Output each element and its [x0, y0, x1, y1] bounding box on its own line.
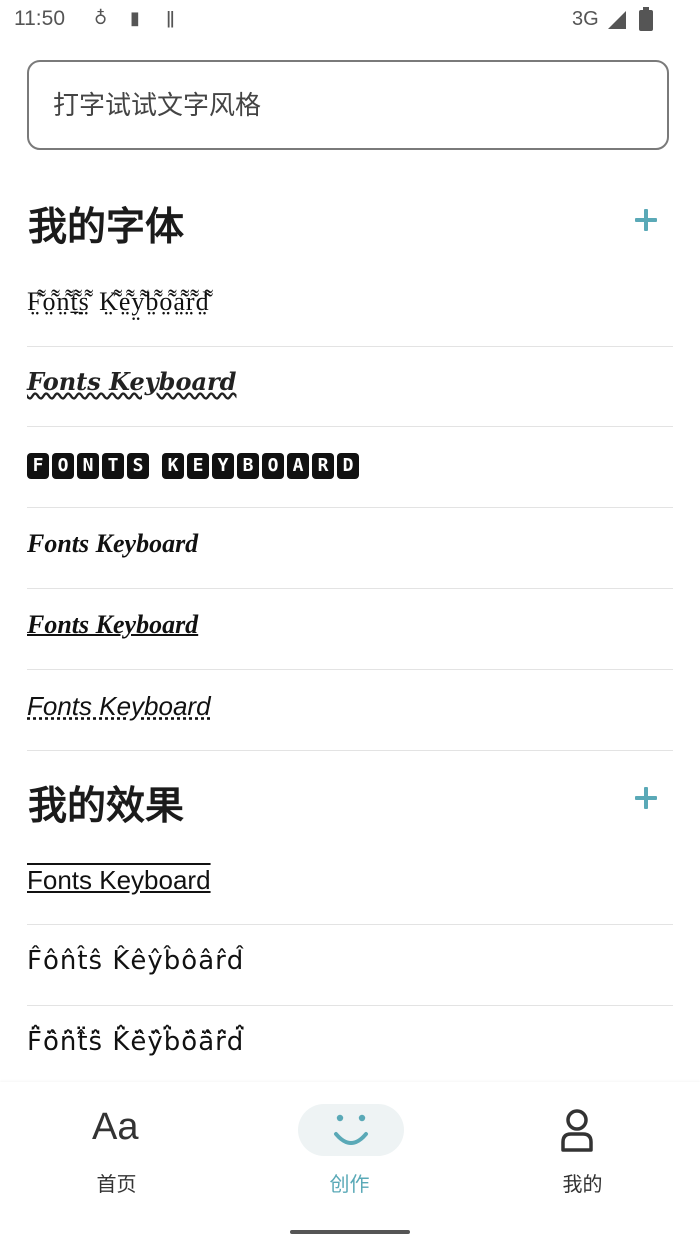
font-item[interactable]: Fonts Keyboard	[27, 347, 673, 427]
boxed-letter: E	[187, 453, 209, 479]
boxed-letter: A	[287, 453, 309, 479]
status-time: 11:50	[14, 7, 65, 30]
my-fonts-title: 我的字体	[28, 205, 185, 250]
home-indicator	[290, 1230, 410, 1234]
boxed-letter: T	[102, 453, 124, 479]
effect-sample: Fonts Keyboard	[27, 865, 211, 895]
effect-item[interactable]: F̈̂ö̂n̈̂ẗ̂s̈̂ K̈̂ë̂ÿ̂b̈̂ö̂ä̂r̈̂d̈̂	[27, 1007, 673, 1087]
effect-item[interactable]: Fonts Keyboard	[27, 845, 673, 925]
status-bar: 11:50 ♁ ▮ ǁ 3G	[0, 0, 700, 40]
font-sample: Fonts Keyboard	[27, 691, 211, 721]
search-input[interactable]	[53, 84, 643, 128]
font-item[interactable]: Fonts Keyboard	[27, 509, 673, 589]
boxed-letter: N	[77, 453, 99, 479]
boxed-letter: B	[237, 453, 259, 479]
font-sample: Fonts Keyboard	[27, 367, 237, 396]
add-font-plus-icon[interactable]	[632, 206, 660, 234]
font-sample: Fonts Keyboard	[27, 529, 199, 558]
font-sample: Fonts Keyboard	[27, 610, 199, 639]
boxed-letter: D	[337, 453, 359, 479]
effect-sample: F̈̂ö̂n̈̂ẗ̂s̈̂ K̈̂ë̂ÿ̂b̈̂ö̂ä̂r̈̂d̈̂	[27, 1027, 245, 1057]
boxed-letter: O	[52, 453, 74, 479]
font-sample: F̤͌o̤͌n̤͌ṯ̤͌s̤͌ K̤͌e̤͌y̤͌b̤͌o̤͌a̤͌r̤͌d̤͌	[27, 287, 210, 317]
effect-item[interactable]: F̂ôn̂t̂ŝ K̂êŷb̂ôâr̂d̂	[27, 926, 673, 1006]
person-icon	[561, 1109, 593, 1152]
font-item[interactable]: Fonts Keyboard	[27, 671, 673, 751]
nav-home-label: 首页	[96, 1172, 137, 1196]
boxed-letter: F	[27, 453, 49, 479]
boxed-letter: S	[127, 453, 149, 479]
android-icon: ǁ	[166, 8, 175, 29]
font-item[interactable]: Fonts Keyboard	[27, 590, 673, 670]
boxed-letter: R	[312, 453, 334, 479]
font-item[interactable]: F̤͌o̤͌n̤͌ṯ̤͌s̤͌ K̤͌e̤͌y̤͌b̤͌o̤͌a̤͌r̤͌d̤͌	[27, 267, 673, 347]
nav-mine[interactable]: 我的	[466, 1082, 699, 1212]
battery-icon	[639, 7, 653, 31]
signal-icon	[608, 11, 626, 29]
boxed-letter: O	[262, 453, 284, 479]
nav-mine-label: 我的	[562, 1172, 603, 1196]
nav-home[interactable]: Aa 首页	[0, 1082, 233, 1212]
boxed-letter: Y	[212, 453, 234, 479]
font-item[interactable]: FONTSKEYBOARD	[27, 428, 673, 508]
bottom-navigation: Aa 首页 创作 我的	[0, 1082, 700, 1244]
font-aa-icon: Aa	[92, 1106, 139, 1148]
smile-icon	[334, 1114, 368, 1145]
nav-create-label: 创作	[329, 1172, 370, 1196]
nav-create[interactable]: 创作	[233, 1082, 466, 1212]
usb-debug-icon: ♁	[94, 8, 108, 29]
add-effect-plus-icon[interactable]	[632, 784, 660, 812]
effect-sample: F̂ôn̂t̂ŝ K̂êŷb̂ôâr̂d̂	[27, 946, 245, 976]
sd-card-icon: ▮	[130, 8, 140, 29]
my-effects-title: 我的效果	[28, 784, 185, 829]
search-field[interactable]	[27, 60, 669, 150]
network-type: 3G	[572, 8, 599, 30]
font-sample-boxed: FONTSKEYBOARD	[27, 448, 362, 479]
boxed-letter: K	[162, 453, 184, 479]
